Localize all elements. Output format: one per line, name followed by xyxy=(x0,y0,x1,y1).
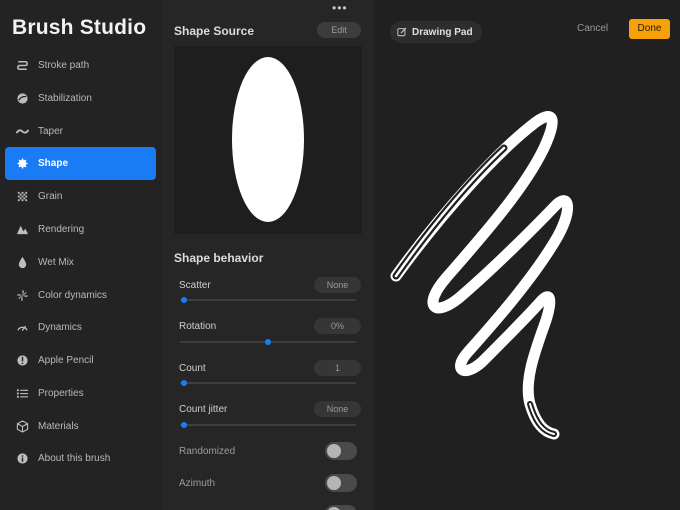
wet-mix-icon xyxy=(15,256,29,270)
sidebar-item-rendering[interactable]: Rendering xyxy=(5,213,156,246)
sidebar-item-label: Dynamics xyxy=(38,322,82,333)
sidebar-item-label: Color dynamics xyxy=(38,290,107,301)
app-title: Brush Studio xyxy=(12,16,147,39)
sidebar-item-label: Shape xyxy=(38,158,69,169)
sidebar-item-about-this-brush[interactable]: About this brush xyxy=(5,442,156,475)
randomized-toggle[interactable] xyxy=(325,442,357,460)
grain-icon xyxy=(15,190,29,204)
sidebar-item-grain[interactable]: Grain xyxy=(5,180,156,213)
materials-icon xyxy=(15,420,29,434)
count-jitter-value[interactable]: None xyxy=(314,401,361,417)
dynamics-icon xyxy=(15,321,29,335)
sidebar-item-properties[interactable]: Properties xyxy=(5,377,156,410)
count-jitter-slider-thumb[interactable] xyxy=(180,422,187,428)
sidebar-item-label: Grain xyxy=(38,191,63,202)
sidebar-item-stabilization[interactable]: Stabilization xyxy=(5,82,156,115)
sidebar-item-stroke-path[interactable]: Stroke path xyxy=(5,49,156,82)
edit-button[interactable]: Edit xyxy=(317,22,361,38)
stroke-path-icon xyxy=(15,59,29,73)
count-jitter-slider[interactable] xyxy=(180,422,356,428)
sidebar-item-wet-mix[interactable]: Wet Mix xyxy=(5,246,156,279)
rotation-slider-thumb[interactable] xyxy=(265,339,271,345)
rotation-slider[interactable] xyxy=(180,339,356,345)
sidebar-item-dynamics[interactable]: Dynamics xyxy=(5,311,156,344)
sidebar-item-label: Stabilization xyxy=(38,93,92,104)
sidebar-item-label: Rendering xyxy=(38,224,85,235)
count-value[interactable]: 1 xyxy=(314,360,361,376)
taper-icon xyxy=(15,125,29,139)
randomized-label: Randomized xyxy=(179,446,236,457)
rotation-value[interactable]: 0% xyxy=(314,318,361,334)
sidebar-item-label: Materials xyxy=(38,421,79,432)
sidebar-item-label: About this brush xyxy=(38,453,111,464)
count-label: Count xyxy=(179,363,206,374)
info-icon xyxy=(15,452,29,466)
scatter-slider[interactable] xyxy=(180,297,356,303)
sidebar-item-shape[interactable]: Shape xyxy=(5,147,156,180)
azimuth-label: Azimuth xyxy=(179,478,216,489)
more-options-icon[interactable]: ••• xyxy=(332,2,348,14)
sidebar-item-label: Taper xyxy=(38,126,64,137)
properties-icon xyxy=(15,387,29,401)
sidebar-item-label: Properties xyxy=(38,388,84,399)
count-slider[interactable] xyxy=(180,380,356,386)
sidebar-item-materials[interactable]: Materials xyxy=(5,410,156,443)
shape-behavior-title: Shape behavior xyxy=(174,251,264,265)
apple-pencil-icon xyxy=(15,354,29,368)
scatter-label: Scatter xyxy=(179,280,211,291)
shape-icon xyxy=(15,157,29,171)
color-dynamics-icon xyxy=(15,289,29,303)
next-toggle[interactable] xyxy=(325,505,357,510)
sidebar-item-color-dynamics[interactable]: Color dynamics xyxy=(5,279,156,312)
toggle-knob xyxy=(327,476,341,490)
sidebar-item-apple-pencil[interactable]: Apple Pencil xyxy=(5,344,156,377)
settings-panel: ••• Shape Source Edit Shape behavior Sca… xyxy=(162,0,374,510)
toggle-knob xyxy=(327,444,341,458)
sidebar-item-taper[interactable]: Taper xyxy=(5,115,156,148)
sidebar: Brush Studio Stroke path Stabilization T… xyxy=(0,0,162,510)
rendering-icon xyxy=(15,223,29,237)
stabilization-icon xyxy=(15,92,29,106)
scatter-value[interactable]: None xyxy=(314,277,361,293)
shape-source-preview[interactable] xyxy=(174,46,362,234)
sidebar-item-label: Apple Pencil xyxy=(38,355,94,366)
sidebar-item-label: Wet Mix xyxy=(38,257,74,268)
shape-source-image xyxy=(232,57,304,222)
rotation-label: Rotation xyxy=(179,321,217,332)
brush-stroke-preview xyxy=(390,111,574,440)
scatter-slider-thumb[interactable] xyxy=(180,297,187,303)
azimuth-toggle[interactable] xyxy=(325,474,357,492)
count-jitter-label: Count jitter xyxy=(179,404,228,415)
drawing-pad[interactable]: Drawing Pad Cancel Done xyxy=(374,0,680,510)
sidebar-item-label: Stroke path xyxy=(38,60,90,71)
count-slider-thumb[interactable] xyxy=(180,380,187,386)
shape-source-title: Shape Source xyxy=(174,24,255,38)
